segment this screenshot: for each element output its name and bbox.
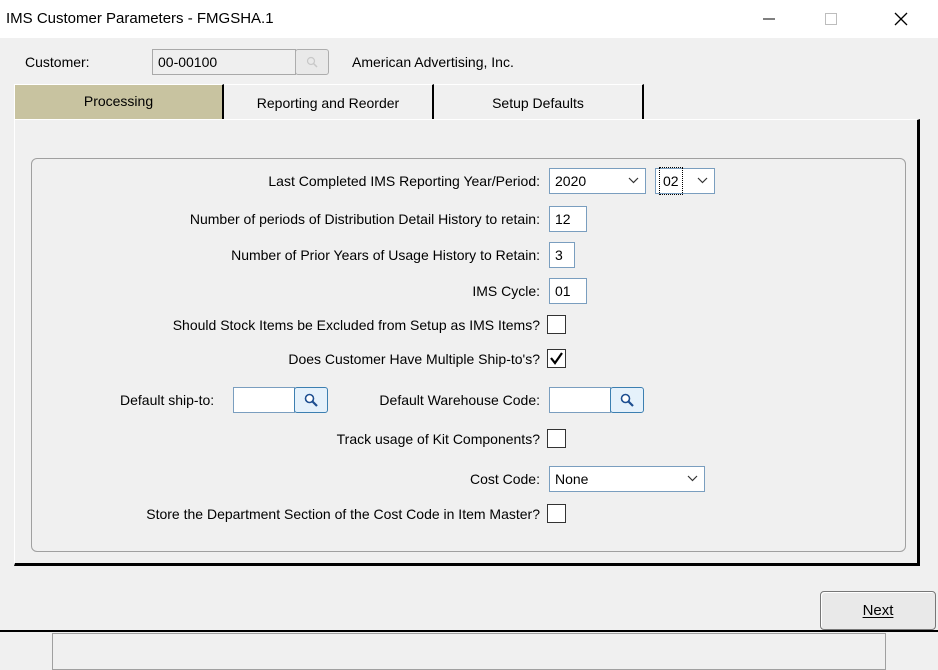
chevron-down-icon [687,475,698,482]
exclude-stock-checkbox[interactable] [547,315,566,334]
title-bar: IMS Customer Parameters - FMGSHA.1 [0,0,938,38]
maximize-button [808,0,854,38]
search-icon [620,393,634,407]
tab-processing[interactable]: Processing [14,84,224,120]
cost-code-label: Cost Code: [469,471,540,487]
close-icon [894,12,908,26]
customer-lookup-button[interactable] [295,49,329,75]
tab-reporting-reorder[interactable]: Reporting and Reorder [224,84,434,120]
reporting-period-label: Last Completed IMS Reporting Year/Period… [268,173,540,189]
tab-reporting-reorder-label: Reporting and Reorder [256,94,400,111]
close-button[interactable] [878,0,924,38]
status-divider [0,630,938,632]
track-kit-label: Track usage of Kit Components? [336,431,540,447]
next-button[interactable]: Next [820,591,936,630]
customer-name: American Advertising, Inc. [352,54,514,70]
ims-cycle-label: IMS Cycle: [472,283,540,299]
lookup-icon [306,56,318,68]
exclude-stock-label: Should Stock Items be Excluded from Setu… [172,317,540,333]
customer-code-field[interactable]: 00-00100 [152,49,296,75]
search-icon [304,393,318,407]
minimize-button[interactable] [746,0,792,38]
default-warehouse-input[interactable] [549,387,611,413]
dist-history-label: Number of periods of Distribution Detail… [189,211,540,227]
track-kit-checkbox[interactable] [547,429,566,448]
shipto-lookup-button[interactable] [294,387,328,413]
cost-code-value: None [555,471,589,487]
tab-setup-defaults-label: Setup Defaults [492,94,584,111]
dist-history-input[interactable]: 12 [549,206,587,232]
tab-processing-label: Processing [83,92,154,109]
multiple-shiptos-label: Does Customer Have Multiple Ship-to's? [288,351,540,367]
usage-history-label: Number of Prior Years of Usage History t… [231,247,540,263]
reporting-period-value: 02 [659,167,683,195]
next-button-label: Next [862,602,894,619]
chevron-down-icon [628,177,639,184]
window-title: IMS Customer Parameters - FMGSHA.1 [6,10,274,27]
reporting-year-value: 2020 [555,173,587,189]
store-department-checkbox[interactable] [547,504,566,523]
reporting-year-select[interactable]: 2020 [549,168,646,194]
reporting-period-select[interactable]: 02 [655,167,715,195]
default-shipto-label: Default ship-to: [120,392,215,408]
cost-code-select[interactable]: None [549,466,705,492]
default-warehouse-label: Default Warehouse Code: [379,392,540,408]
tab-setup-defaults[interactable]: Setup Defaults [434,84,644,120]
default-shipto-input[interactable] [233,387,295,413]
checkmark-icon [550,352,563,365]
store-department-label: Store the Department Section of the Cost… [146,506,540,522]
warehouse-lookup-button[interactable] [610,387,644,413]
customer-label: Customer: [25,54,90,70]
minimize-icon [763,18,775,20]
chevron-down-icon [697,177,708,184]
ims-cycle-input[interactable]: 01 [549,278,587,304]
usage-history-input[interactable]: 3 [549,242,575,268]
multiple-shiptos-checkbox[interactable] [547,349,566,368]
status-bar [52,633,886,670]
maximize-icon [825,13,837,25]
